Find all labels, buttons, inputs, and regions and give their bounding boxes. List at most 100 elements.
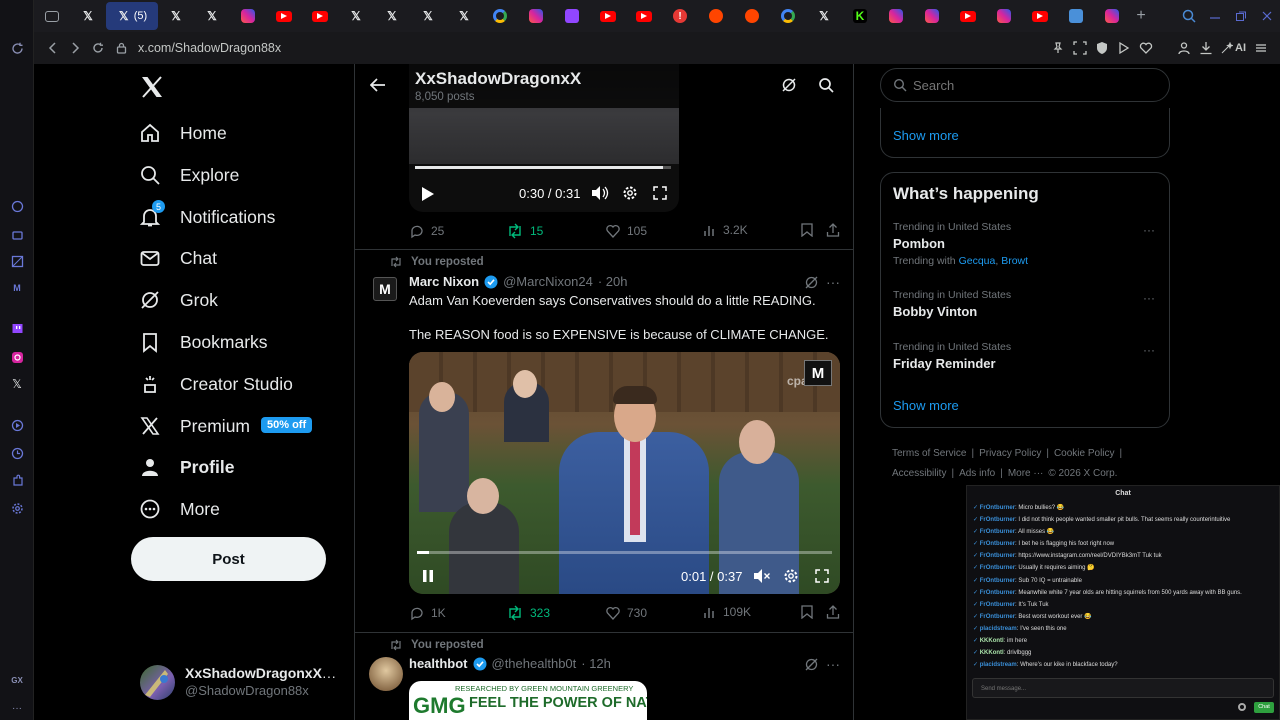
browser-tab[interactable]: [626, 2, 662, 30]
tweet-marc-nixon[interactable]: You reposted M Marc Nixon @MarcNixon24 ·…: [355, 250, 853, 630]
author-handle[interactable]: @MarcNixon24: [503, 274, 593, 289]
twitch-sidebar-icon[interactable]: [9, 321, 25, 337]
back-arrow-icon[interactable]: [370, 78, 386, 92]
heart-icon[interactable]: [1139, 41, 1153, 55]
footer-ads[interactable]: Ads info: [959, 464, 995, 484]
lock-icon[interactable]: [110, 42, 132, 54]
chat-user[interactable]: FrOntburner: [980, 614, 1015, 620]
fullscreen-icon[interactable]: [815, 569, 829, 583]
sidebar-more-icon[interactable]: ···: [9, 700, 25, 716]
play-icon[interactable]: [1117, 41, 1131, 55]
player-icon[interactable]: [9, 417, 25, 433]
browser-tab[interactable]: [482, 2, 518, 30]
close-window-button[interactable]: [1254, 10, 1280, 22]
browser-tab[interactable]: 𝕏: [158, 2, 194, 30]
bookmark-button[interactable]: [801, 605, 819, 619]
chat-user[interactable]: FrOntburner: [980, 590, 1015, 596]
browser-tab[interactable]: [266, 2, 302, 30]
forward-button[interactable]: [64, 42, 86, 54]
pin-icon[interactable]: [1051, 41, 1065, 55]
chat-input[interactable]: Send message...: [972, 678, 1274, 698]
views-button[interactable]: 109K: [703, 605, 751, 619]
url-field[interactable]: x.com/ShadowDragon88x: [138, 41, 1051, 55]
trend-more-icon[interactable]: ···: [1143, 343, 1155, 357]
browser-tab[interactable]: K: [842, 2, 878, 30]
easy-setup-icon[interactable]: [1254, 41, 1268, 55]
search-icon[interactable]: [818, 77, 834, 93]
browser-tab[interactable]: [698, 2, 734, 30]
chat-user[interactable]: FrOntburner: [980, 517, 1015, 523]
browser-tab[interactable]: [590, 2, 626, 30]
play-button[interactable]: [421, 186, 435, 202]
new-tab-button[interactable]: +: [1130, 7, 1152, 25]
browser-tab[interactable]: [1094, 2, 1130, 30]
repost-button[interactable]: 323: [506, 605, 550, 621]
video-settings-icon[interactable]: [622, 185, 638, 201]
post-media[interactable]: RESEARCHED BY GREEN MOUNTAIN GREENERY GM…: [409, 681, 647, 720]
chat-user[interactable]: FrOntburner: [980, 553, 1015, 559]
footer-privacy[interactable]: Privacy Policy: [979, 444, 1041, 464]
browser-tab[interactable]: 𝕏: [446, 2, 482, 30]
reply-button[interactable]: 1K: [409, 605, 446, 621]
browser-tab[interactable]: [878, 2, 914, 30]
reload-button[interactable]: [86, 42, 110, 54]
author-avatar[interactable]: M: [373, 277, 397, 301]
grok-post-icon[interactable]: [804, 657, 819, 672]
video-player[interactable]: cpac M 0:01 / 0:37: [409, 352, 840, 594]
history-icon[interactable]: [9, 445, 25, 461]
browser-tab[interactable]: 𝕏: [70, 2, 106, 30]
grok-post-icon[interactable]: [804, 275, 819, 290]
account-more-icon[interactable]: ···: [322, 668, 336, 684]
settings-sidebar-icon[interactable]: [9, 500, 25, 516]
browser-tab[interactable]: 𝕏: [338, 2, 374, 30]
x-logo-icon[interactable]: [140, 76, 164, 98]
browser-tab[interactable]: [770, 2, 806, 30]
browser-tab[interactable]: [1022, 2, 1058, 30]
browser-tab[interactable]: 𝕏: [374, 2, 410, 30]
browser-tab[interactable]: [734, 2, 770, 30]
chat-user[interactable]: KKKontl: [980, 638, 1004, 644]
footer-tos[interactable]: Terms of Service: [892, 444, 966, 464]
browser-tab[interactable]: [34, 2, 70, 30]
fullscreen-icon[interactable]: [653, 186, 667, 200]
chat-user[interactable]: FrOntburner: [980, 505, 1015, 511]
chat-user[interactable]: FrOntburner: [980, 541, 1015, 547]
download-icon[interactable]: [1199, 41, 1213, 55]
like-button[interactable]: 730: [605, 605, 647, 621]
repost-button[interactable]: 15: [506, 223, 543, 239]
minimize-button[interactable]: [1202, 10, 1228, 22]
show-more-link[interactable]: Show more: [893, 398, 959, 413]
chat-user[interactable]: FrOntburner: [980, 602, 1015, 608]
chat-send-button[interactable]: Chat: [1254, 702, 1274, 713]
like-button[interactable]: 105: [605, 223, 647, 239]
shield-icon[interactable]: [1095, 41, 1109, 55]
chat-settings-icon[interactable]: [1238, 703, 1246, 711]
post-more-icon[interactable]: ···: [826, 274, 840, 290]
chat-user[interactable]: FrOntburner: [980, 565, 1015, 571]
browser-tab[interactable]: [302, 2, 338, 30]
search-tabs-icon[interactable]: [1176, 9, 1202, 23]
post-more-icon[interactable]: ···: [826, 656, 840, 672]
volume-icon[interactable]: [591, 185, 609, 201]
author-handle[interactable]: @thehealthb0t: [492, 656, 577, 671]
messenger-m-icon[interactable]: M: [9, 280, 25, 296]
share-button[interactable]: [826, 223, 846, 237]
trend-related-link[interactable]: Browt: [1001, 255, 1028, 267]
chat-user[interactable]: FrOntburner: [980, 529, 1015, 535]
author-name[interactable]: healthbot: [409, 656, 468, 671]
opera-logo-icon[interactable]: [9, 10, 25, 26]
browser-tab[interactable]: [518, 2, 554, 30]
chat-user[interactable]: KKKontl: [980, 650, 1004, 656]
browser-tab[interactable]: 𝕏 (5): [106, 2, 158, 30]
browser-tab[interactable]: [950, 2, 986, 30]
post-time[interactable]: · 12h: [581, 656, 611, 671]
refresh-sidebar-icon[interactable]: [9, 40, 25, 56]
tweet-healthbot[interactable]: You reposted healthbot @thehealthb0t · 1…: [355, 633, 853, 720]
chat-user[interactable]: placidstream: [980, 662, 1017, 668]
trend-item[interactable]: Trending in United States Bobby Vinton ···: [893, 289, 1159, 339]
browser-tab[interactable]: [230, 2, 266, 30]
gx-corner-icon[interactable]: [9, 226, 25, 242]
browser-tab[interactable]: [554, 2, 590, 30]
gx-cleaner-icon[interactable]: [9, 253, 25, 269]
trend-more-icon[interactable]: ···: [1143, 223, 1155, 237]
